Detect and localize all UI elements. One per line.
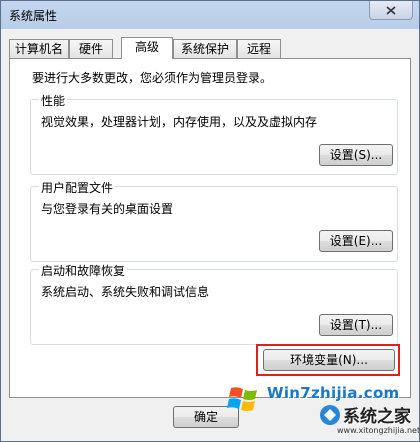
highlight-frame — [256, 344, 400, 376]
startup-recovery-group: 启动和故障恢复 系统启动、系统失败和调试信息 设置(T)... — [30, 262, 398, 345]
performance-settings-button[interactable]: 设置(S)... — [319, 144, 393, 166]
close-icon — [386, 5, 396, 15]
windows-logo-icon — [227, 387, 257, 411]
performance-legend: 性能 — [39, 92, 68, 109]
startup-recovery-legend: 启动和故障恢复 — [39, 262, 128, 279]
performance-group: 性能 视觉效果，处理器计划，内存使用，以及及虚拟内存 设置(S)... — [30, 92, 398, 175]
watermark: Win7zhijia.com 系统之家 www.xitongzhijia.net — [225, 376, 420, 442]
user-profiles-description: 与您登录有关的桌面设置 — [41, 202, 174, 216]
close-button[interactable] — [369, 1, 413, 20]
user-profiles-legend: 用户配置文件 — [39, 179, 116, 196]
tab-remote[interactable]: 远程 — [237, 39, 281, 58]
title-bar[interactable]: 系统属性 — [1, 1, 419, 29]
watermark-site: Win7zhijia.com — [267, 384, 400, 402]
window-title: 系统属性 — [9, 9, 58, 23]
performance-description: 视觉效果，处理器计划，内存使用，以及及虚拟内存 — [41, 115, 318, 129]
watermark-brand: 系统之家 — [343, 407, 411, 427]
watermark-emblem-icon — [320, 405, 340, 425]
user-profiles-group: 用户配置文件 与您登录有关的桌面设置 设置(E)... — [30, 179, 398, 262]
tab-system-protection[interactable]: 系统保护 — [173, 39, 237, 58]
tab-advanced[interactable]: 高级 — [121, 37, 173, 59]
startup-recovery-description: 系统启动、系统失败和调试信息 — [41, 285, 210, 299]
tab-computer-name[interactable]: 计算机名 — [9, 39, 69, 58]
watermark-url: www.xitongzhijia.net — [337, 426, 420, 435]
startup-recovery-settings-button[interactable]: 设置(T)... — [319, 314, 393, 336]
tab-hardware[interactable]: 硬件 — [69, 39, 113, 58]
admin-notice: 要进行大多数更改，您必须作为管理员登录。 — [32, 71, 273, 85]
user-profiles-settings-button[interactable]: 设置(E)... — [319, 230, 393, 252]
